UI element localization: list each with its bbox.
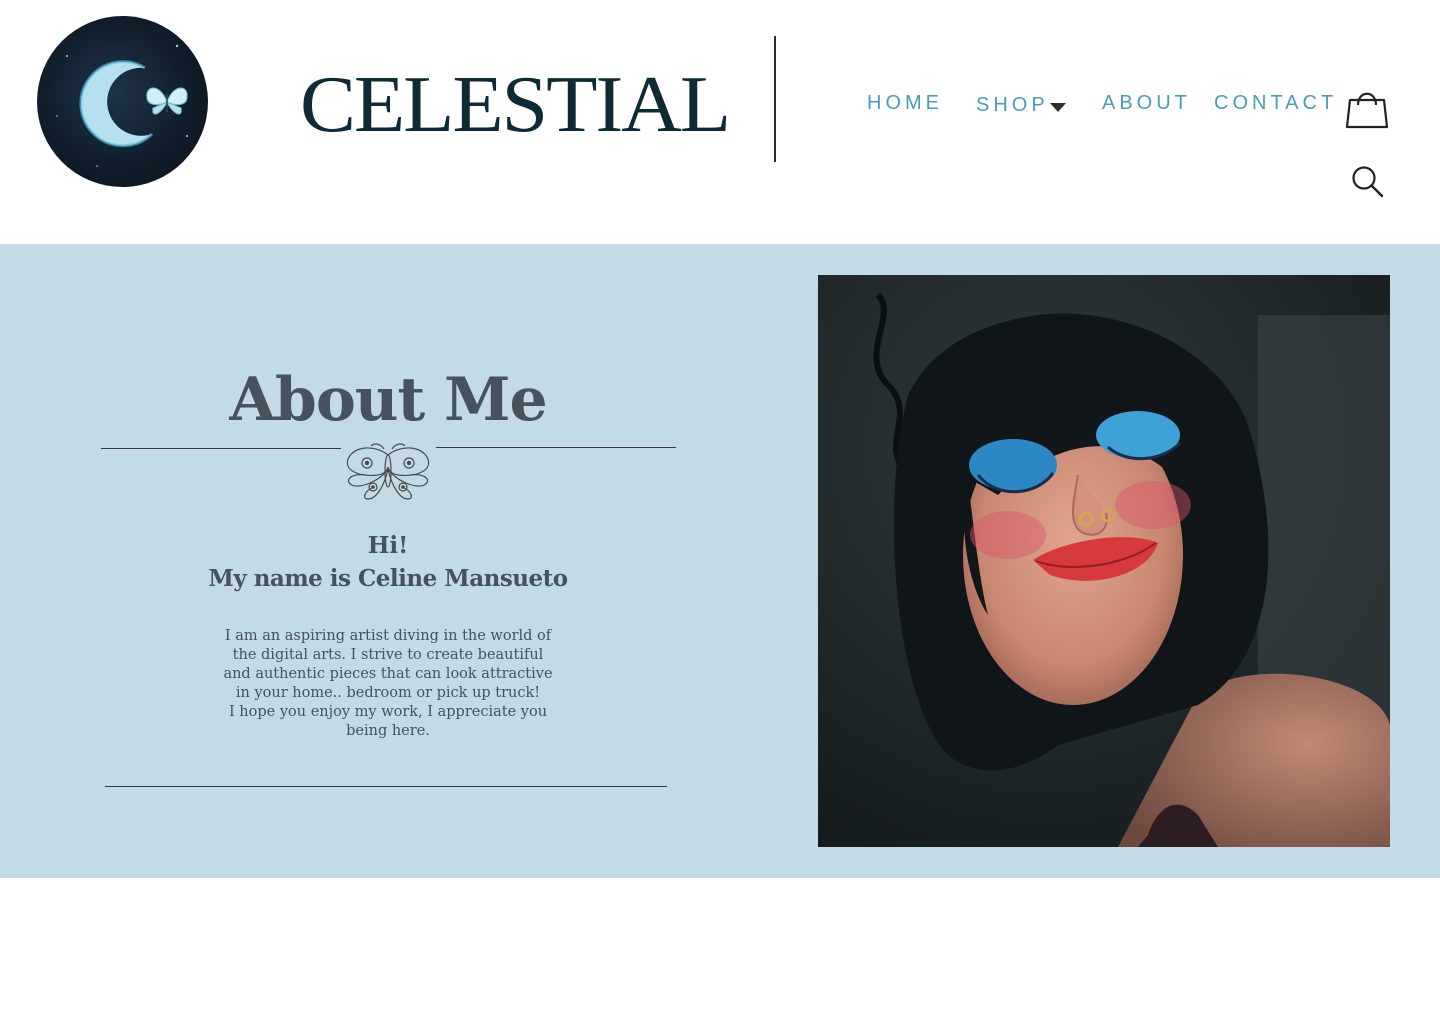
logo[interactable]	[37, 16, 208, 187]
bio-line: and authentic pieces that can look attra…	[223, 666, 553, 682]
nav-about[interactable]: ABOUT	[1102, 92, 1191, 115]
greeting-heading: Hi!	[367, 532, 409, 559]
moth-icon	[340, 441, 436, 509]
nav-home[interactable]: HOME	[867, 92, 943, 115]
search-icon[interactable]	[1351, 165, 1385, 203]
bio-line: I am an aspiring artist diving in the wo…	[224, 628, 552, 644]
profile-photo	[818, 275, 1390, 847]
bio-divider	[105, 786, 667, 787]
chevron-down-icon[interactable]	[1050, 103, 1066, 112]
header-divider	[774, 36, 776, 162]
bio-line: in your home.. bedroom or pick up truck!	[235, 685, 541, 701]
bio-line: I hope you enjoy my work, I appreciate y…	[228, 704, 548, 720]
title-divider-right	[436, 447, 676, 448]
name-heading: My name is Celine Mansueto	[208, 565, 568, 592]
nav-contact[interactable]: CONTACT	[1214, 92, 1337, 115]
about-title: About Me	[229, 365, 547, 435]
shopping-bag-icon[interactable]	[1343, 84, 1391, 134]
title-divider-left	[101, 448, 341, 449]
bio-line: the digital arts. I strive to create bea…	[232, 647, 544, 663]
bio-line: being here.	[346, 723, 430, 739]
nav-shop[interactable]: SHOP	[976, 94, 1049, 117]
brand-wordmark[interactable]: CELESTIAL	[300, 60, 731, 150]
bio-text: I am an aspiring artist diving in the wo…	[222, 627, 554, 741]
